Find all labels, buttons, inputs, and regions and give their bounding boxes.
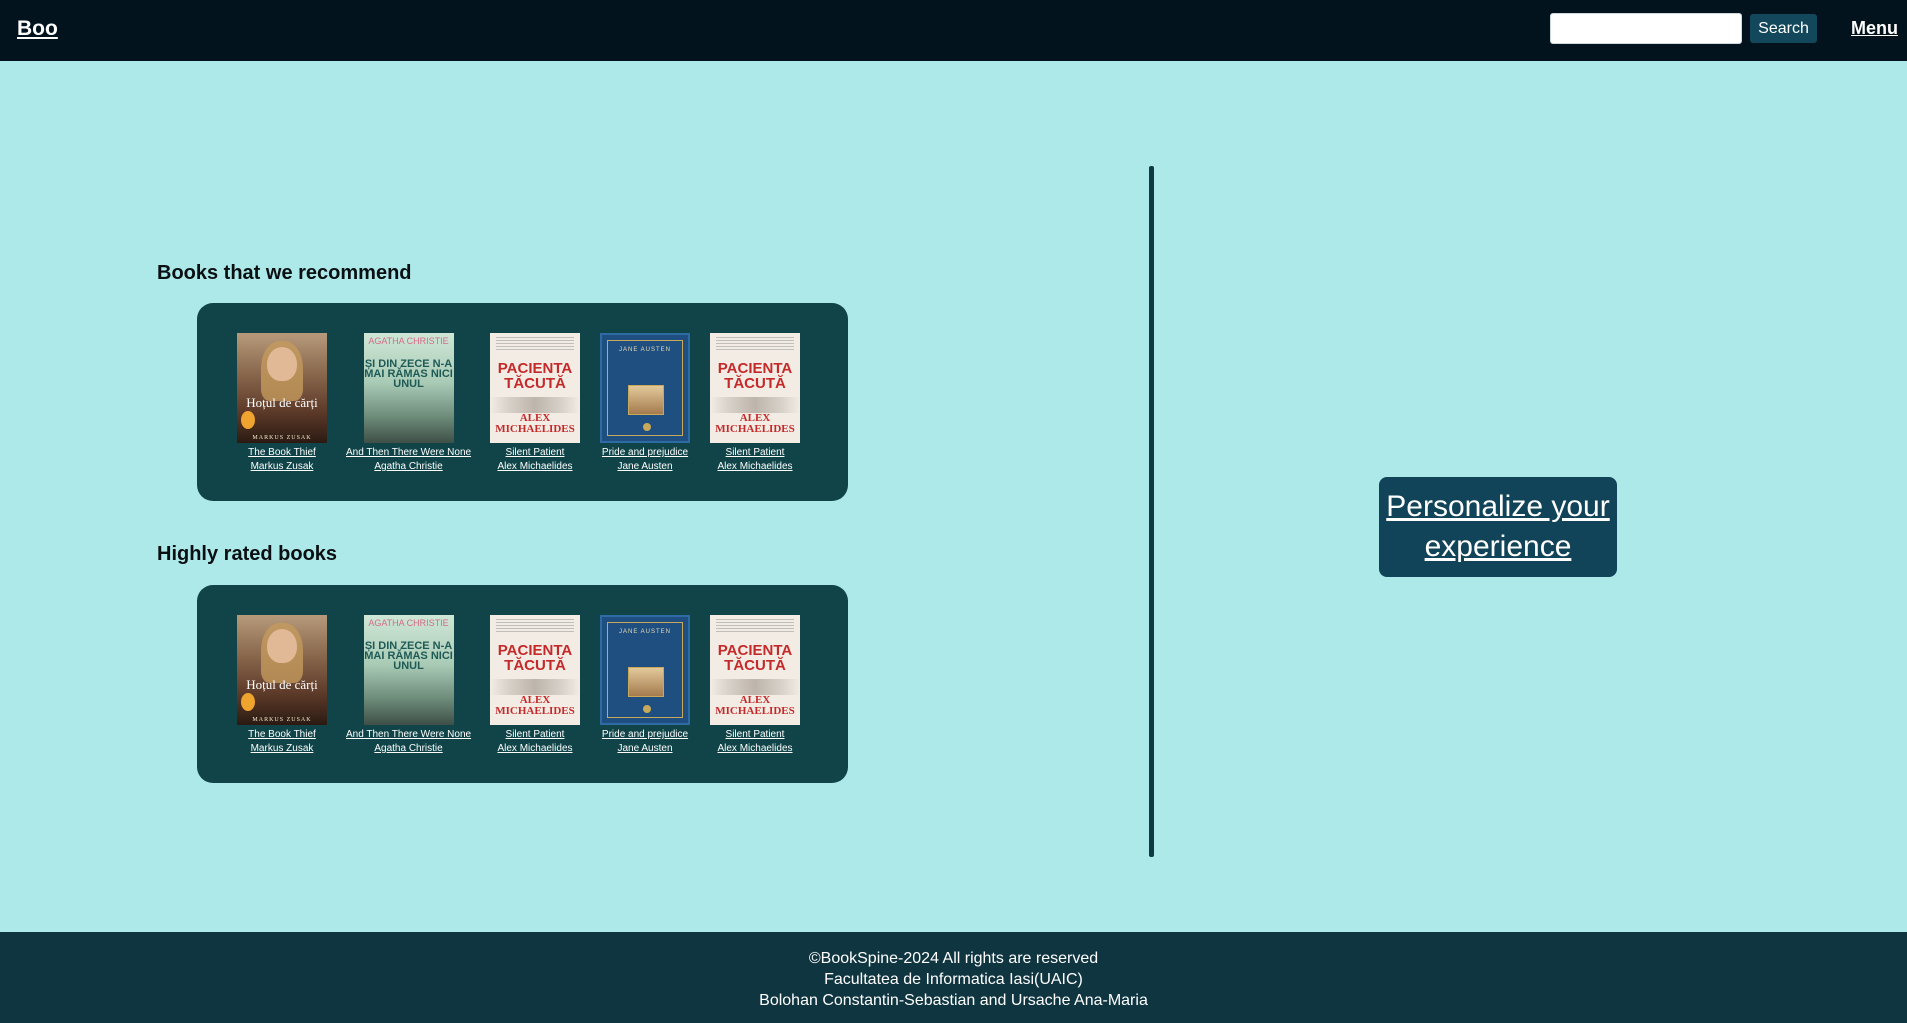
book-cover-image[interactable]: PACIENTA TĂCUTĂ ALEX MICHAELIDES — [710, 615, 800, 725]
book-author-link[interactable]: Markus Zusak — [251, 460, 314, 474]
book-author-link[interactable]: Jane Austen — [617, 742, 672, 756]
book-cover-image[interactable]: JANE AUSTEN — [600, 333, 690, 443]
book-card[interactable]: Hoțul de cărți MARKUS ZUSAK The Book Thi… — [237, 615, 327, 756]
book-author-link[interactable]: Agatha Christie — [374, 460, 442, 474]
book-author-link[interactable]: Alex Michaelides — [717, 742, 792, 756]
rated-heading: Highly rated books — [157, 543, 338, 565]
recommended-heading: Books that we recommend — [157, 262, 412, 284]
personalize-experience-button[interactable]: Personalize your experience — [1379, 477, 1617, 577]
search-input[interactable] — [1550, 13, 1742, 44]
rated-shelf: Hoțul de cărți MARKUS ZUSAK The Book Thi… — [197, 585, 848, 783]
book-title-link[interactable]: Pride and prejudice — [602, 728, 688, 742]
book-author-link[interactable]: Alex Michaelides — [717, 460, 792, 474]
book-card[interactable]: PACIENTA TĂCUTĂ ALEX MICHAELIDES Silent … — [490, 615, 580, 756]
book-title-link[interactable]: Silent Patient — [726, 446, 785, 460]
book-card[interactable]: JANE AUSTEN Pride and prejudice Jane Aus… — [600, 333, 690, 474]
book-author-link[interactable]: Agatha Christie — [374, 742, 442, 756]
book-card[interactable]: JANE AUSTEN Pride and prejudice Jane Aus… — [600, 615, 690, 756]
menu-link[interactable]: Menu — [1851, 18, 1898, 39]
footer: ©BookSpine-2024 All rights are reserved … — [0, 932, 1907, 1023]
book-cover-image[interactable]: PACIENTA TĂCUTĂ ALEX MICHAELIDES — [490, 615, 580, 725]
book-author-link[interactable]: Alex Michaelides — [497, 742, 572, 756]
book-title-link[interactable]: And Then There Were None — [346, 446, 471, 460]
book-cover-image[interactable]: AGATHA CHRISTIE ȘI DIN ZECE N-A MAI RĂMA… — [363, 333, 454, 443]
book-title-link[interactable]: The Book Thief — [248, 446, 316, 460]
book-cover-image[interactable]: PACIENTA TĂCUTĂ ALEX MICHAELIDES — [490, 333, 580, 443]
book-cover-image[interactable]: AGATHA CHRISTIE ȘI DIN ZECE N-A MAI RĂMA… — [363, 615, 454, 725]
book-author-link[interactable]: Jane Austen — [617, 460, 672, 474]
book-card[interactable]: Hoțul de cărți MARKUS ZUSAK The Book Thi… — [237, 333, 327, 474]
footer-authors: Bolohan Constantin-Sebastian and Ursache… — [759, 992, 1148, 1009]
book-cover-image[interactable]: Hoțul de cărți MARKUS ZUSAK — [237, 333, 327, 443]
top-navbar: Boo Search Menu — [0, 0, 1907, 61]
recommended-shelf: Hoțul de cărți MARKUS ZUSAK The Book Thi… — [197, 303, 848, 501]
book-card[interactable]: PACIENTA TĂCUTĂ ALEX MICHAELIDES Silent … — [490, 333, 580, 474]
book-cover-image[interactable]: PACIENTA TĂCUTĂ ALEX MICHAELIDES — [710, 333, 800, 443]
book-title-link[interactable]: Pride and prejudice — [602, 446, 688, 460]
book-cover-image[interactable]: Hoțul de cărți MARKUS ZUSAK — [237, 615, 327, 725]
book-title-link[interactable]: Silent Patient — [726, 728, 785, 742]
footer-faculty: Facultatea de Informatica Iasi(UAIC) — [824, 971, 1083, 988]
book-card[interactable]: AGATHA CHRISTIE ȘI DIN ZECE N-A MAI RĂMA… — [346, 333, 471, 474]
book-title-link[interactable]: Silent Patient — [506, 446, 565, 460]
footer-copyright: ©BookSpine-2024 All rights are reserved — [808, 950, 1099, 967]
book-author-link[interactable]: Alex Michaelides — [497, 460, 572, 474]
book-card[interactable]: PACIENTA TĂCUTĂ ALEX MICHAELIDES Silent … — [710, 615, 800, 756]
book-card[interactable]: PACIENTA TĂCUTĂ ALEX MICHAELIDES Silent … — [710, 333, 800, 474]
book-card[interactable]: AGATHA CHRISTIE ȘI DIN ZECE N-A MAI RĂMA… — [346, 615, 471, 756]
book-cover-image[interactable]: JANE AUSTEN — [600, 615, 690, 725]
search-button[interactable]: Search — [1750, 14, 1817, 43]
vertical-divider — [1149, 166, 1154, 857]
book-title-link[interactable]: The Book Thief — [248, 728, 316, 742]
book-title-link[interactable]: And Then There Were None — [346, 728, 471, 742]
book-author-link[interactable]: Markus Zusak — [251, 742, 314, 756]
book-title-link[interactable]: Silent Patient — [506, 728, 565, 742]
brand-link[interactable]: Boo — [17, 17, 58, 41]
